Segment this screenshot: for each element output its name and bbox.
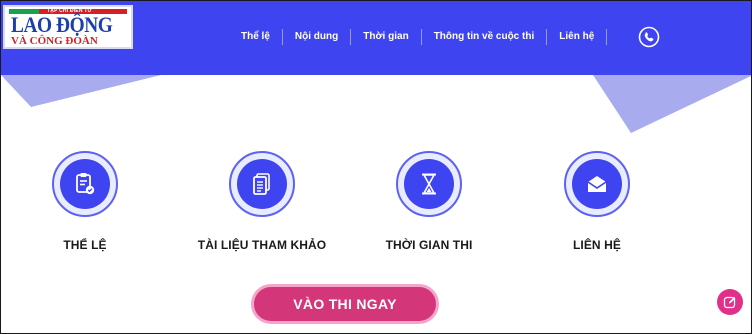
site-logo[interactable]: TẠP CHÍ ĐIỆN TỬ LAO ĐỘNG VÀ CÔNG ĐOÀN	[3, 5, 133, 49]
edit-fab-button[interactable]	[717, 289, 743, 315]
feature-label: THỂ LỆ	[63, 238, 107, 252]
feature-icon-ring	[229, 151, 295, 217]
feature-label: TÀI LIỆU THAM KHẢO	[197, 238, 327, 252]
nav-item-thoi-gian[interactable]: Thời gian	[351, 28, 420, 46]
feature-icon-ring	[396, 151, 462, 217]
feature-icon-ring	[564, 151, 630, 217]
feature-thoi-gian-thi[interactable]: THỜI GIAN THI	[344, 151, 514, 252]
hourglass-icon	[404, 159, 454, 209]
feature-label: LIÊN HỆ	[572, 238, 622, 252]
envelope-icon	[572, 159, 622, 209]
feature-icon-ring	[52, 151, 118, 217]
feature-lien-he[interactable]: LIÊN HỆ	[512, 151, 682, 252]
header-wing-right	[593, 75, 751, 135]
page-frame: TẠP CHÍ ĐIỆN TỬ LAO ĐỘNG VÀ CÔNG ĐOÀN Th…	[0, 0, 752, 334]
nav-divider	[606, 29, 608, 45]
phone-icon[interactable]	[638, 26, 660, 48]
clipboard-check-icon	[60, 159, 110, 209]
logo-main-text: LAO ĐỘNG	[11, 12, 113, 37]
start-exam-button[interactable]: VÀO THI NGAY	[251, 284, 439, 324]
edit-icon	[723, 296, 736, 309]
logo-sub-text: VÀ CÔNG ĐOÀN	[11, 35, 98, 47]
documents-icon	[237, 159, 287, 209]
nav-item-the-le[interactable]: Thể lệ	[229, 28, 282, 46]
main-nav: Thể lệ Nội dung Thời gian Thông tin về c…	[229, 28, 608, 46]
feature-label: THỜI GIAN THI	[385, 238, 473, 252]
nav-item-thong-tin[interactable]: Thông tin về cuộc thi	[422, 28, 547, 46]
feature-tai-lieu[interactable]: TÀI LIỆU THAM KHẢO	[177, 151, 347, 252]
header-wing-left	[1, 75, 161, 107]
nav-item-lien-he[interactable]: Liên hệ	[547, 28, 606, 46]
feature-the-le[interactable]: THỂ LỆ	[1, 151, 170, 252]
nav-item-noi-dung[interactable]: Nội dung	[283, 28, 350, 46]
